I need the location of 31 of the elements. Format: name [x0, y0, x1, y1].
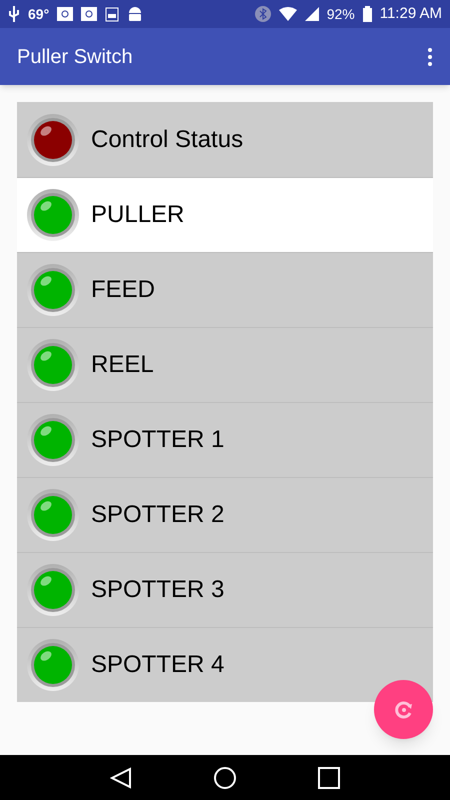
- indicator-light-icon: [27, 189, 79, 241]
- item-label: SPOTTER 4: [91, 650, 224, 680]
- app-title: Puller Switch: [17, 44, 134, 70]
- list-item[interactable]: SPOTTER 2: [17, 477, 433, 552]
- list-item[interactable]: SPOTTER 4: [17, 627, 433, 702]
- battery-percentage: 92%: [326, 4, 355, 24]
- list-item[interactable]: SPOTTER 1: [17, 402, 433, 477]
- temperature-text: 69°: [28, 4, 50, 24]
- item-label: SPOTTER 3: [91, 575, 224, 605]
- item-label: FEED: [91, 275, 156, 305]
- clock-text: 11:29 AM: [380, 4, 442, 24]
- calendar-icon: [105, 6, 120, 22]
- signal-icon: [304, 7, 319, 21]
- item-label: PULLER: [91, 200, 184, 230]
- item-label: Control Status: [91, 124, 244, 154]
- item-label: SPOTTER 2: [91, 500, 224, 530]
- usb-icon: [8, 6, 20, 22]
- item-label: SPOTTER 1: [91, 425, 224, 455]
- list-item[interactable]: SPOTTER 3: [17, 552, 433, 627]
- item-label: REEL: [91, 350, 154, 380]
- bluetooth-icon: [254, 6, 271, 22]
- list-item[interactable]: PULLER: [17, 177, 433, 252]
- wifi-icon: [278, 7, 297, 21]
- recents-icon[interactable]: [318, 766, 340, 788]
- refresh-icon: [394, 700, 414, 720]
- back-icon[interactable]: [110, 766, 132, 788]
- list-item[interactable]: Control Status: [17, 102, 433, 177]
- list-item[interactable]: REEL: [17, 327, 433, 402]
- battery-icon: [362, 6, 372, 22]
- list-item[interactable]: FEED: [17, 252, 433, 327]
- home-icon[interactable]: [212, 766, 237, 790]
